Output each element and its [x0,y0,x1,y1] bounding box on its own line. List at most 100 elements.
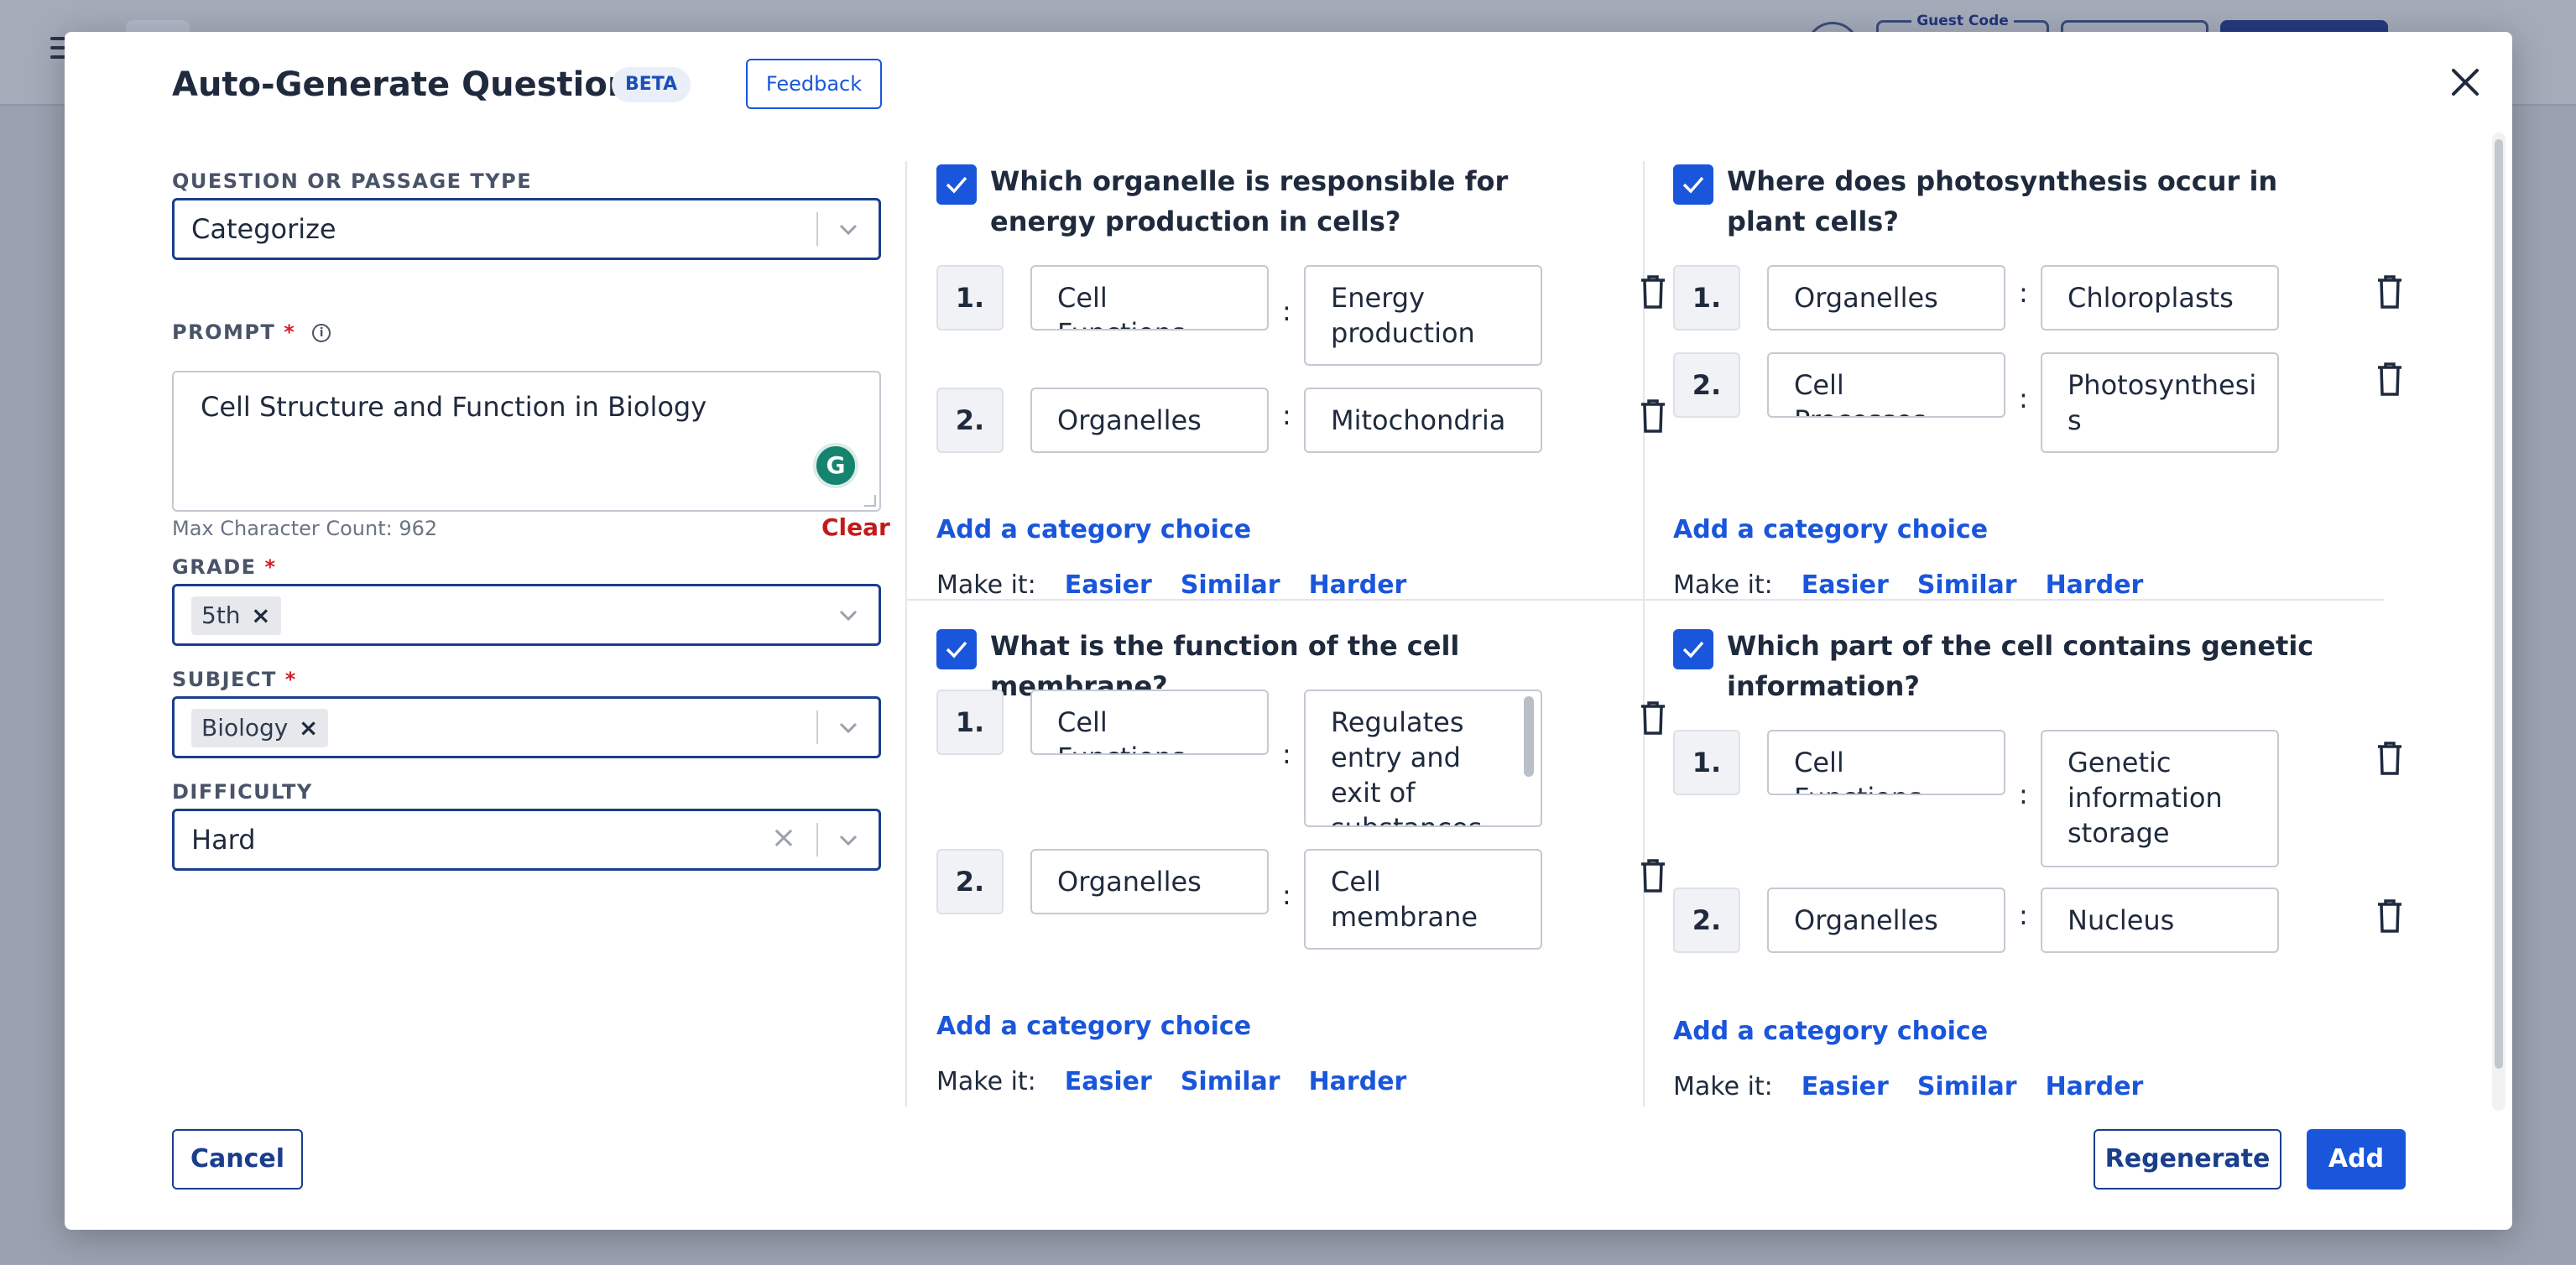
select-separator [816,711,818,744]
type-label: QUESTION OR PASSAGE TYPE [172,169,533,193]
category-input[interactable]: Cell Functions [1030,265,1269,331]
chevron-down-icon[interactable] [837,217,860,241]
value-input[interactable]: Chloroplasts [2041,265,2279,331]
make-it-label: Make it: [1673,1072,1773,1101]
category-input[interactable]: Cell Functions [1767,730,2005,795]
choice-number: 2. [1673,888,1740,953]
easier-link[interactable]: Easier [1065,1067,1152,1096]
harder-link[interactable]: Harder [2046,1072,2144,1101]
easier-link[interactable]: Easier [1802,1072,1889,1101]
difficulty-label: DIFFICULTY [172,780,313,804]
required-mark: * [284,320,296,344]
cancel-button[interactable]: Cancel [172,1129,303,1190]
resize-handle-icon[interactable] [864,495,876,507]
make-it-row: Make it: Easier Similar Harder [1673,1072,2143,1101]
add-category-choice-link[interactable]: Add a category choice [936,1012,1251,1041]
colon-separator: : [2019,277,2028,309]
colon-separator: : [1282,879,1291,911]
subject-select[interactable]: Biology × [172,696,881,758]
type-value: Categorize [191,213,336,245]
chevron-down-icon[interactable] [837,828,860,851]
subject-label: SUBJECT * [172,668,297,691]
question-title: Which organelle is responsible for energ… [990,165,1509,237]
harder-link[interactable]: Harder [1309,570,1407,600]
trash-icon[interactable] [1640,701,1666,735]
question-card: Which part of the cell contains genetic … [1673,626,2408,1112]
info-icon[interactable]: i [312,324,331,342]
value-input[interactable]: Nucleus [2041,888,2279,953]
prompt-textarea[interactable]: Cell Structure and Function in Biology G [172,371,881,512]
textarea-scrollbar[interactable] [1524,696,1534,777]
question-checkbox[interactable] [1673,629,1713,669]
add-category-choice-link[interactable]: Add a category choice [1673,1017,1988,1046]
value-input[interactable]: Regulates entry and exit of substances [1304,690,1542,827]
similar-link[interactable]: Similar [1917,570,2017,600]
add-category-choice-link[interactable]: Add a category choice [1673,515,1988,544]
make-it-row: Make it: Easier Similar Harder [936,570,1406,600]
choice-number: 1. [936,690,1004,755]
trash-icon[interactable] [2376,899,2403,933]
add-category-choice-link[interactable]: Add a category choice [936,515,1251,544]
remove-chip-icon[interactable]: × [299,709,318,747]
value-input[interactable]: Mitochondria [1304,388,1542,453]
auto-generate-modal: Auto-Generate Questions BETA Feedback QU… [65,32,2512,1230]
prompt-text: Cell Structure and Function in Biology [201,391,707,423]
question-card: Which organelle is responsible for energ… [936,161,1671,600]
choice-number: 2. [1673,352,1740,418]
difficulty-value: Hard [191,824,256,856]
regenerate-button[interactable]: Regenerate [2094,1129,2281,1190]
question-checkbox[interactable] [936,164,977,205]
colon-separator: : [1282,399,1291,431]
difficulty-select[interactable]: Hard × [172,809,881,871]
value-input[interactable]: Genetic information storage [2041,730,2279,867]
scrollbar-thumb[interactable] [2495,139,2503,1069]
category-input[interactable]: Organelles [1030,849,1269,914]
make-it-label: Make it: [936,1067,1036,1096]
grade-select[interactable]: 5th × [172,584,881,646]
category-input[interactable]: Organelles [1767,888,2005,953]
category-input[interactable]: Cell Functions [1030,690,1269,755]
easier-link[interactable]: Easier [1065,570,1152,600]
choice-number: 1. [936,265,1004,331]
clear-link[interactable]: Clear [821,513,890,541]
category-input[interactable]: Organelles [1767,265,2005,331]
colon-separator: : [1282,738,1291,770]
subject-chip-label: Biology [201,714,289,742]
colon-separator: : [1282,295,1291,327]
trash-icon[interactable] [1640,859,1666,893]
question-title: Where does photosynthesis occur in plant… [1727,165,2278,237]
trash-icon[interactable] [2376,742,2403,775]
required-mark: * [284,668,297,691]
trash-icon[interactable] [2376,362,2403,396]
remove-chip-icon[interactable]: × [251,596,270,635]
type-select[interactable]: Categorize [172,198,881,260]
colon-separator: : [2019,899,2028,931]
question-checkbox[interactable] [1673,164,1713,205]
similar-link[interactable]: Similar [1181,1067,1280,1096]
harder-link[interactable]: Harder [2046,570,2144,600]
grammarly-icon[interactable]: G [813,443,858,488]
easier-link[interactable]: Easier [1802,570,1889,600]
category-input[interactable]: Cell Processes [1767,352,2005,418]
clear-selection-icon[interactable]: × [771,821,796,855]
add-button[interactable]: Add [2307,1129,2406,1190]
colon-separator: : [2019,383,2028,414]
chevron-down-icon[interactable] [837,603,860,627]
value-input[interactable]: Cell membrane [1304,849,1542,950]
category-input[interactable]: Organelles [1030,388,1269,453]
similar-link[interactable]: Similar [1917,1072,2017,1101]
harder-link[interactable]: Harder [1309,1067,1407,1096]
question-title: Which part of the cell contains genetic … [1727,630,2314,702]
similar-link[interactable]: Similar [1181,570,1280,600]
value-input[interactable]: Energy production [1304,265,1542,366]
feedback-button[interactable]: Feedback [746,59,882,109]
chevron-down-icon[interactable] [837,716,860,739]
trash-icon[interactable] [2376,275,2403,309]
prompt-label-text: PROMPT [172,320,276,344]
question-checkbox[interactable] [936,629,977,669]
value-input[interactable]: Photosynthesi s [2041,352,2279,453]
close-icon[interactable] [2444,65,2486,107]
trash-icon[interactable] [1640,275,1666,309]
trash-icon[interactable] [1640,399,1666,433]
colon-separator: : [2019,778,2028,810]
